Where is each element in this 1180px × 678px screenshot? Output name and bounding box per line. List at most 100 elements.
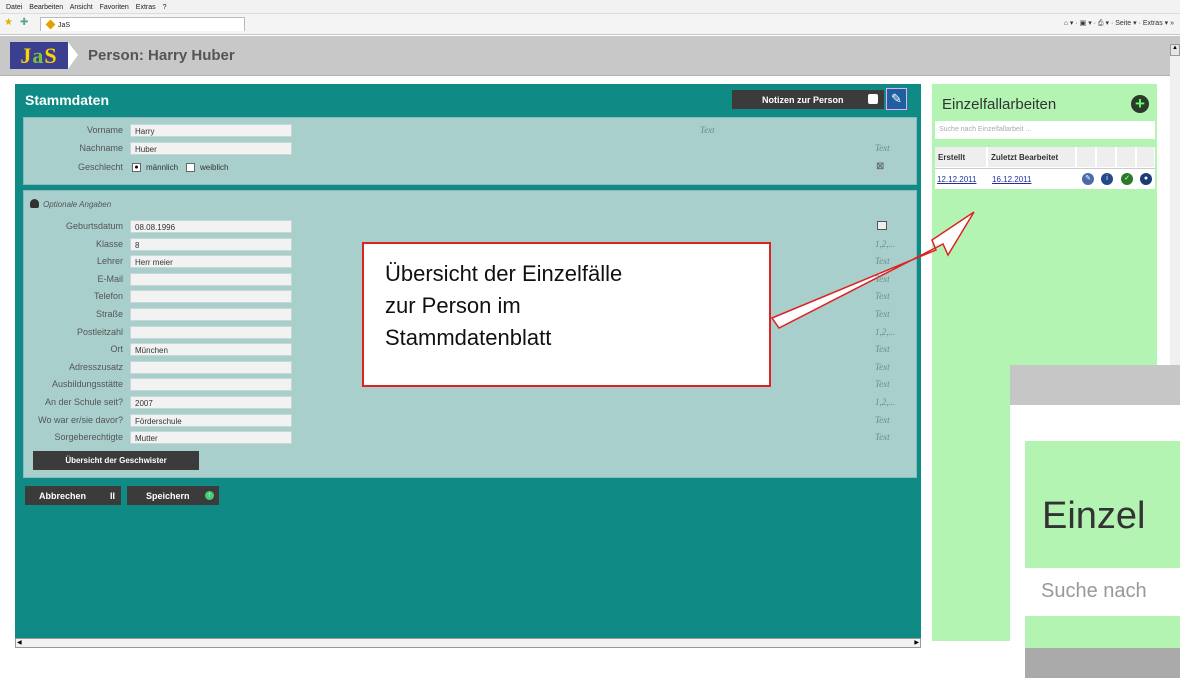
field-input[interactable] (130, 378, 292, 392)
field-label: Telefon (93, 291, 123, 302)
field-input[interactable]: Herr meier (130, 255, 292, 269)
favorites-star-icon[interactable]: ★ (4, 18, 13, 28)
notes-button-label: Notizen zur Person (762, 95, 844, 105)
col-edited[interactable]: Zuletzt Bearbeitet (988, 147, 1076, 167)
menu-ansicht[interactable]: Ansicht (70, 4, 93, 11)
save-button-label: Speichern (146, 491, 190, 501)
case-edited-link[interactable]: 16.12.2011 (992, 175, 1031, 184)
field-hint: Text (875, 432, 890, 443)
stammdaten.fields_optional-row: Wo war er/sie davor? Förderschule Text (25, 413, 905, 428)
stammdaten.fields_optional-row: Adresszusatz Text (25, 360, 905, 375)
field-hint: Text (700, 125, 715, 135)
zoom-inset-panel (1025, 441, 1180, 678)
field-input[interactable] (130, 290, 292, 304)
zoom-search: Suche nach (1025, 568, 1180, 616)
field-input[interactable]: 2007 (130, 396, 292, 409)
field-input[interactable]: Förderschule (130, 413, 292, 427)
page-title: Person: Harry Huber (88, 47, 235, 64)
tab-site-icon (45, 19, 56, 30)
zoom-table-header (1025, 648, 1180, 678)
col-empty (1097, 147, 1116, 167)
field-label: Lehrer (96, 256, 123, 267)
field-input[interactable]: 8 (130, 237, 292, 251)
radio-female[interactable] (186, 163, 195, 172)
delete-case-icon[interactable]: ● (1140, 173, 1152, 185)
check-case-icon[interactable]: ✓ (1121, 173, 1133, 185)
save-button[interactable]: Speichern ↑ (127, 486, 219, 505)
stammdaten.fields_optional-row: Lehrer Herr meier Text (25, 254, 905, 269)
open-case-icon[interactable]: ✎ (1082, 173, 1094, 185)
field-label: Sorgeberechtigte (54, 432, 123, 443)
save-icon: ↑ (205, 491, 214, 500)
field-input[interactable] (130, 325, 292, 339)
stammdaten-heading: Stammdaten (25, 92, 110, 108)
zoom-title: Einzel (1042, 495, 1146, 537)
cancel-button-label: Abbrechen (39, 491, 87, 501)
field-input[interactable] (130, 272, 292, 286)
menu-datei[interactable]: Datei (6, 4, 22, 11)
col-created[interactable]: Erstellt (935, 147, 987, 167)
add-case-icon[interactable]: + (1131, 95, 1149, 113)
stammdaten.fields_optional-row: Telefon Text (25, 289, 905, 304)
breadcrumb-chevron-icon (68, 42, 78, 69)
gender-row: Geschlecht ● männlich weiblich ⊠ (25, 160, 905, 175)
menu-extras[interactable]: Extras (136, 4, 156, 11)
field-input[interactable]: Harry (130, 124, 292, 137)
menu-help[interactable]: ? (163, 4, 167, 11)
gender-label: Geschlecht (77, 162, 123, 172)
menu-bearbeiten[interactable]: Bearbeiten (29, 4, 63, 11)
siblings-button[interactable]: Übersicht der Geschwister (33, 451, 199, 470)
add-favorite-icon[interactable]: ✚ (20, 18, 28, 28)
col-empty (1117, 147, 1136, 167)
field-hint: Text (875, 256, 890, 267)
info-case-icon[interactable]: i (1101, 173, 1113, 185)
calendar-icon[interactable] (877, 221, 887, 230)
stammdaten.fields_optional-row: Ausbildungsstätte Text (25, 377, 905, 392)
stammdaten.fields_optional-row: An der Schule seit? 2007 1,2,... (25, 395, 905, 410)
case-created-link[interactable]: 12.12.2011 (937, 175, 976, 184)
field-input[interactable]: Mutter (130, 431, 292, 445)
stammdaten.fields_optional-row: Klasse 8 1,2,... (25, 237, 905, 252)
browser-tab[interactable]: JaS (40, 17, 245, 31)
field-label: E-Mail (97, 273, 123, 284)
field-label: Straße (95, 309, 123, 319)
field-hint: Text (875, 273, 890, 284)
optional-label: Optionale Angaben (43, 200, 112, 209)
notes-icon (868, 94, 878, 104)
person-icon (30, 199, 39, 208)
menu-favoriten[interactable]: Favoriten (100, 4, 129, 11)
scroll-left-icon[interactable]: ◀ (17, 639, 26, 647)
col-empty (1137, 147, 1155, 167)
radio-female-label: weiblich (200, 163, 229, 172)
field-label: An der Schule seit? (44, 397, 123, 407)
case-table: Erstellt Zuletzt Bearbeitet 12.12.2011 1… (935, 147, 1155, 189)
horizontal-scrollbar[interactable]: ◀ ▶ (15, 638, 921, 648)
browser-tools[interactable]: ⌂ ▾ · ▣ ▾ · ⎙ ▾ · Seite ▾ · Extras ▾ » (1064, 19, 1174, 28)
scroll-up-icon[interactable]: ▲ (1170, 44, 1180, 56)
field-label: Postleitzahl (76, 326, 123, 337)
field-label: Geburtsdatum (65, 221, 123, 231)
cancel-button[interactable]: Abbrechen II (25, 486, 121, 505)
field-input[interactable] (130, 360, 292, 374)
field-input[interactable]: München (130, 343, 292, 357)
edit-pencil-icon[interactable]: ✎ (886, 88, 907, 110)
notes-button[interactable]: Notizen zur Person (732, 90, 884, 109)
case-search-input[interactable]: Suche nach Einzelfallarbeit ... (935, 121, 1155, 139)
clear-icon[interactable]: ⊠ (876, 161, 884, 172)
scroll-right-icon[interactable]: ▶ (910, 639, 919, 647)
field-input[interactable] (130, 308, 292, 321)
field-input[interactable]: Huber (130, 141, 292, 155)
browser-tabbar: ★ ✚ JaS ⌂ ▾ · ▣ ▾ · ⎙ ▾ · Seite ▾ · Extr… (0, 14, 1180, 35)
field-label: Wo war er/sie davor? (38, 414, 123, 425)
tab-title: JaS (58, 22, 71, 29)
radio-male[interactable]: ● (132, 163, 141, 172)
radio-male-label: männlich (146, 163, 179, 172)
stammdaten.fields_main-row: Vorname Harry Text (25, 123, 905, 138)
zoom-inset-header (1010, 365, 1180, 405)
field-hint: Text (875, 344, 890, 355)
field-input[interactable]: 08.08.1996 (130, 220, 292, 233)
field-label: Adresszusatz (68, 361, 123, 372)
optional-section-header: Optionale Angaben (30, 199, 111, 209)
field-hint: 1,2,... (875, 326, 896, 337)
field-label: Ort (110, 344, 124, 355)
